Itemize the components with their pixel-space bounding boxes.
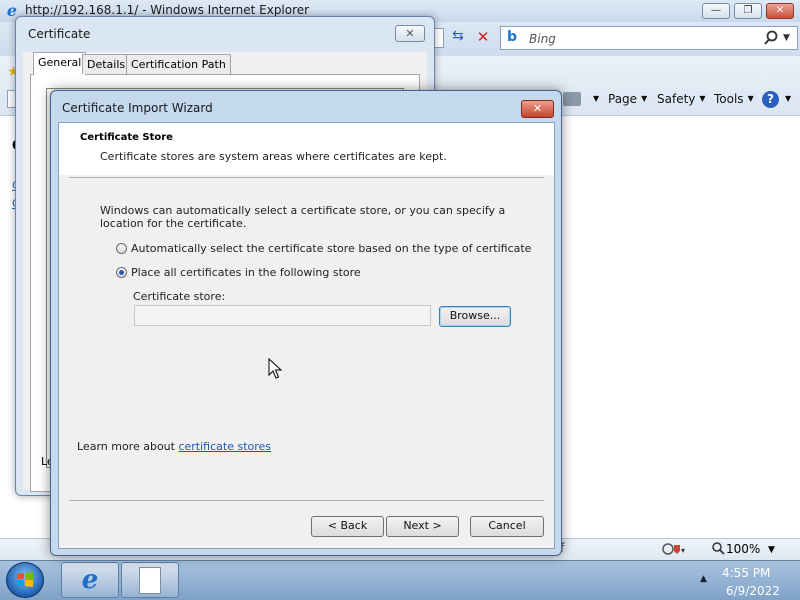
printer-dropdown[interactable]: ▼ <box>589 92 599 106</box>
taskbar <box>0 560 800 600</box>
tools-menu[interactable]: Tools ▼ <box>714 92 754 106</box>
bing-logo: b <box>507 29 518 45</box>
minimize-button[interactable]: — <box>702 3 730 19</box>
help-icon[interactable]: ? <box>762 91 779 108</box>
radio-button-auto[interactable] <box>116 243 127 254</box>
clock-time[interactable]: 4:55 PM <box>722 566 770 580</box>
wizard-heading: Certificate Store <box>80 132 173 143</box>
wizard-header <box>59 123 554 175</box>
document-icon <box>139 567 161 594</box>
zoom-icon[interactable] <box>711 541 725 555</box>
chevron-down-icon: ▼ <box>699 94 706 103</box>
chevron-down-icon: ▼ <box>785 94 792 103</box>
learn-more-prefix: Learn more about <box>77 440 179 453</box>
search-input[interactable]: b Bing ▼ <box>500 26 798 50</box>
ie-logo-icon: e <box>81 565 99 595</box>
refresh-icon[interactable]: ⇆ <box>447 28 469 48</box>
printer-icon[interactable] <box>563 92 581 106</box>
wizard-close-button[interactable]: ✕ <box>521 100 554 118</box>
protected-mode-icon[interactable]: ▾ <box>660 541 686 557</box>
next-button[interactable]: Next > <box>386 516 459 537</box>
tab-general[interactable]: General <box>33 52 87 75</box>
help-dropdown[interactable]: ▼ <box>781 92 791 106</box>
windows-start-icon <box>17 572 33 587</box>
show-hidden-icons-icon[interactable]: ▲ <box>700 574 707 584</box>
tab-certification-path[interactable]: Certification Path <box>126 54 231 74</box>
browser-window-title: http://192.168.1.1/ - Windows Internet E… <box>25 3 310 17</box>
radio-auto-select[interactable]: Automatically select the certificate sto… <box>116 242 531 255</box>
stop-icon[interactable]: ✕ <box>472 28 494 48</box>
chevron-down-icon: ▼ <box>747 94 754 103</box>
mouse-cursor-icon <box>268 358 283 379</box>
certificate-stores-link[interactable]: certificate stores <box>178 440 271 453</box>
learn-more-text: Learn more about certificate stores <box>77 440 271 453</box>
svg-text:▾: ▾ <box>681 546 685 555</box>
tab-details[interactable]: Details <box>82 54 131 74</box>
certificate-store-field[interactable] <box>134 305 431 326</box>
wizard-subheading: Certificate stores are system areas wher… <box>100 150 447 163</box>
radio-place-all[interactable]: Place all certificates in the following … <box>116 266 361 279</box>
search-placeholder: Bing <box>529 32 556 46</box>
divider <box>69 177 544 178</box>
radio-button-place-all[interactable] <box>116 267 127 278</box>
page-menu-label: Page <box>608 92 638 106</box>
radio-auto-label: Automatically select the certificate sto… <box>131 242 532 255</box>
safety-menu[interactable]: Safety ▼ <box>657 92 706 106</box>
clock-date[interactable]: 6/9/2022 <box>726 584 780 598</box>
certificate-store-label: Certificate store: <box>133 290 226 303</box>
radio-place-all-label: Place all certificates in the following … <box>131 266 361 279</box>
certificate-close-button[interactable]: ✕ <box>395 25 425 42</box>
wizard-title: Certificate Import Wizard <box>62 101 213 115</box>
certificate-dialog-title: Certificate <box>28 27 91 41</box>
zoom-level[interactable]: 100% <box>726 542 760 556</box>
browse-button[interactable]: Browse... <box>439 306 511 327</box>
chevron-down-icon[interactable]: ▼ <box>783 33 790 43</box>
chevron-down-icon: ▼ <box>593 94 600 103</box>
chevron-down-icon: ▼ <box>641 94 648 103</box>
page-menu[interactable]: Page ▼ <box>608 92 647 106</box>
divider <box>69 500 544 501</box>
restore-button[interactable]: ❐ <box>734 3 762 19</box>
back-button[interactable]: < Back <box>311 516 384 537</box>
cancel-button[interactable]: Cancel <box>470 516 544 537</box>
safety-menu-label: Safety <box>657 92 696 106</box>
tools-menu-label: Tools <box>714 92 744 106</box>
chevron-down-icon[interactable]: ▼ <box>768 545 775 555</box>
browser-close-button[interactable]: ✕ <box>766 3 794 19</box>
search-icon[interactable] <box>763 30 779 46</box>
taskbar-ie-button[interactable]: e <box>61 562 119 598</box>
wizard-body <box>58 122 555 549</box>
wizard-description: Windows can automatically select a certi… <box>100 204 506 230</box>
